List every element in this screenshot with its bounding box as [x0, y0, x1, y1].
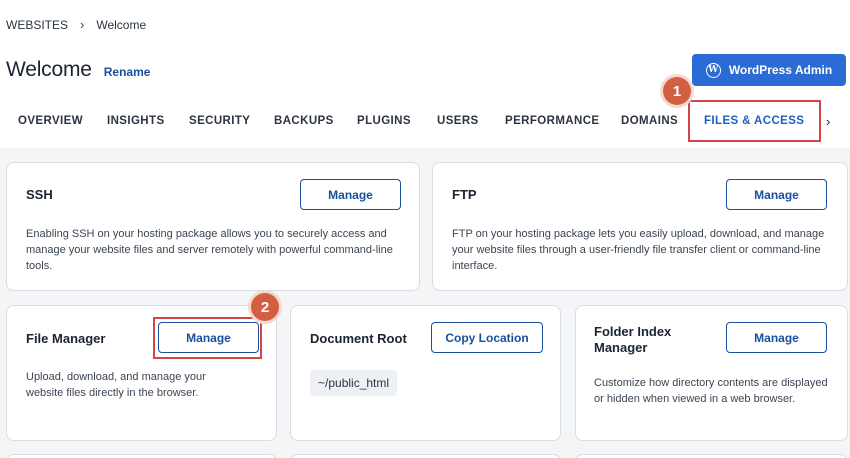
breadcrumb-current: Welcome [96, 17, 147, 32]
folder-index-description: Customize how directory contents are dis… [594, 377, 828, 405]
ftp-description: FTP on your hosting package lets you eas… [452, 228, 825, 272]
ftp-card: FTP Manage FTP on your hosting package l… [432, 162, 848, 291]
folder-index-title: Folder Index Manager [594, 324, 672, 355]
wordpress-icon: W [705, 62, 721, 78]
tab-highlight-box [688, 100, 821, 142]
ftp-manage-button[interactable]: Manage [726, 179, 827, 210]
page-title: Welcome [6, 58, 92, 81]
breadcrumb: WEBSITES › Welcome [6, 17, 146, 32]
rename-link[interactable]: Rename [104, 65, 151, 79]
ssh-manage-button[interactable]: Manage [300, 179, 401, 210]
breadcrumb-websites-link[interactable]: WEBSITES [6, 18, 68, 32]
ssh-title: SSH [26, 187, 53, 202]
document-root-title: Document Root [310, 331, 407, 346]
partial-card [6, 454, 277, 458]
file-manager-title: File Manager [26, 331, 106, 346]
file-manager-description: Upload, download, and manage your websit… [26, 371, 206, 399]
ssh-card: SSH Manage Enabling SSH on your hosting … [6, 162, 420, 291]
tab-performance[interactable]: PERFORMANCE [505, 115, 600, 127]
file-manager-highlight-box [153, 317, 262, 359]
partial-card [575, 454, 848, 458]
tab-backups[interactable]: BACKUPS [274, 115, 334, 127]
wordpress-admin-label: WordPress Admin [728, 63, 833, 77]
folder-index-manage-button[interactable]: Manage [726, 322, 827, 353]
partial-card [290, 454, 561, 458]
chevron-right-icon[interactable]: › [826, 114, 830, 129]
step-badge-1: 1 [663, 77, 691, 105]
chevron-right-icon: › [80, 17, 85, 32]
ssh-description: Enabling SSH on your hosting package all… [26, 228, 393, 272]
document-root-path: ~/public_html [310, 370, 398, 396]
step-badge-2: 2 [251, 293, 279, 321]
ftp-title: FTP [452, 187, 477, 202]
wordpress-admin-button[interactable]: W WordPress Admin [692, 54, 846, 86]
tab-users[interactable]: USERS [437, 115, 479, 127]
tab-domains[interactable]: DOMAINS [621, 115, 678, 127]
tab-overview[interactable]: OVERVIEW [18, 115, 83, 127]
tab-plugins[interactable]: PLUGINS [357, 115, 411, 127]
folder-index-card: Folder Index Manager Manage Customize ho… [575, 305, 848, 441]
title-row: Welcome Rename [6, 58, 150, 82]
tab-insights[interactable]: INSIGHTS [107, 115, 165, 127]
tab-security[interactable]: SECURITY [189, 115, 250, 127]
document-root-card: Document Root Copy Location ~/public_htm… [290, 305, 561, 441]
copy-location-button[interactable]: Copy Location [431, 322, 543, 353]
